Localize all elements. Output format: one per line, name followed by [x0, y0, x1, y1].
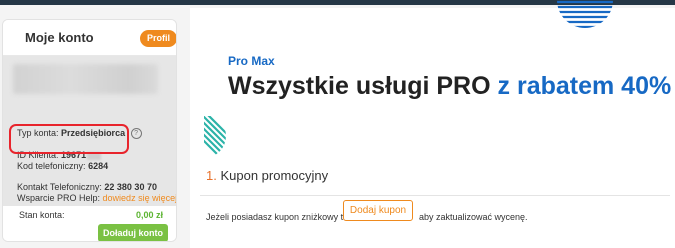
contact-phone-row: Kontakt Telefoniczny: 22 380 30 70	[17, 182, 157, 192]
promo-label: Pro Max	[228, 54, 275, 68]
decorative-stripes-top-icon	[557, 0, 613, 28]
profile-badge-button[interactable]: Profil	[140, 30, 176, 47]
coupon-instructions-after: aby zaktualizować wycenę.	[419, 212, 528, 222]
balance-value: 0,00 zł	[135, 210, 163, 220]
account-card: Moje konto Profil Typ konta: Przedsiębio…	[2, 19, 177, 242]
headline-main-text: Wszystkie usługi PRO	[228, 72, 491, 100]
pro-help-link[interactable]: dowiedz się więcej	[103, 193, 176, 203]
phone-code-row: Kod telefoniczny: 6284	[17, 161, 108, 171]
account-card-footer: Stan konta: 0,00 zł Doładuj konto	[3, 206, 176, 241]
main-panel: Pro Max Wszystkie usługi PRO z rabatem 4…	[190, 0, 675, 248]
pro-help-row: Wsparcie PRO Help: dowiedz się więcej	[17, 193, 176, 203]
coupon-instructions: Jeżeli posiadasz kupon zniżkowy to:	[206, 212, 351, 222]
coupon-section-title: 1. Kupon promocyjny	[206, 168, 328, 183]
contact-phone-value: 22 380 30 70	[104, 182, 157, 192]
section-divider	[200, 195, 670, 196]
page-headline: Wszystkie usługi PRO z rabatem 40%	[228, 72, 671, 101]
highlight-annotation-box	[9, 124, 129, 154]
phone-code-value: 6284	[88, 161, 109, 171]
account-card-header: Moje konto Profil	[3, 20, 176, 56]
topup-button[interactable]: Doładuj konto	[98, 224, 168, 241]
contact-phone-label: Kontakt Telefoniczny:	[17, 182, 102, 192]
phone-code-label: Kod telefoniczny:	[17, 161, 86, 171]
add-coupon-button[interactable]: Dodaj kupon	[343, 200, 413, 221]
decorative-stripes-left-icon	[204, 116, 226, 156]
balance-label: Stan konta:	[19, 210, 65, 220]
pro-help-label: Wsparcie PRO Help:	[17, 193, 101, 203]
section-title-text: Kupon promocyjny	[220, 168, 329, 183]
help-icon[interactable]: ?	[130, 128, 142, 140]
headline-accent-text: z rabatem 40%	[497, 72, 672, 100]
blurred-account-name	[13, 64, 158, 94]
account-card-title: Moje konto	[25, 30, 94, 45]
section-number: 1.	[206, 168, 217, 183]
